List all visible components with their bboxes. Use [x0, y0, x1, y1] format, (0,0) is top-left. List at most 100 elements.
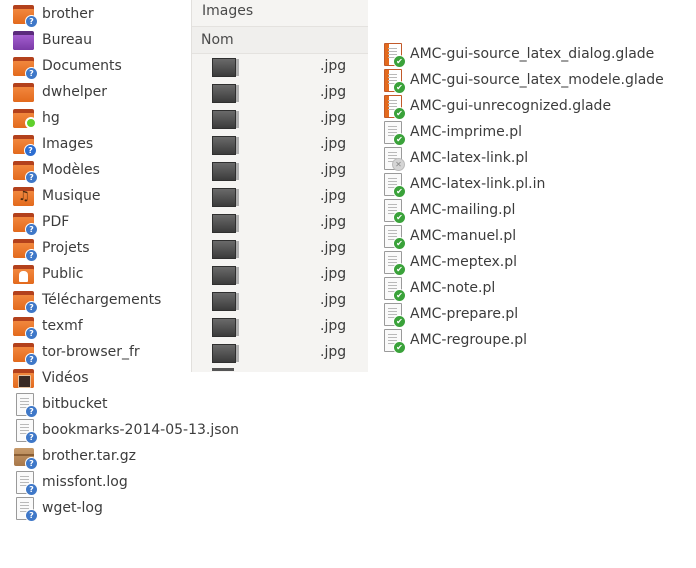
- image-thumbnail: [212, 84, 239, 103]
- list-item-brother-tar[interactable]: ? brother.tar.gz: [12, 443, 136, 470]
- templates-folder-icon: ?: [12, 158, 38, 184]
- desktop-folder-icon: [12, 28, 36, 52]
- list-item-pdf[interactable]: ? PDF: [12, 209, 70, 236]
- file-extension: .jpg: [320, 58, 347, 74]
- item-label: Modèles: [42, 162, 100, 178]
- music-folder-icon: ♫: [12, 184, 36, 208]
- image-row[interactable]: .jpg: [192, 53, 368, 79]
- folder-question-icon: ?: [12, 340, 38, 366]
- folder-question-icon: ?: [12, 54, 38, 80]
- item-label: Bureau: [42, 32, 92, 48]
- folder-icon: [12, 80, 36, 104]
- image-thumbnail: [212, 110, 239, 129]
- image-row[interactable]: .jpg: [192, 209, 368, 235]
- image-row[interactable]: .jpg: [192, 235, 368, 261]
- script-file-ok-icon: ✔: [380, 172, 406, 198]
- image-row[interactable]: .jpg: [192, 79, 368, 105]
- image-row[interactable]: .jpg: [192, 131, 368, 157]
- list-item-gui-source-latex-dialog[interactable]: ✔ AMC-gui-source_latex_dialog.glade: [380, 41, 655, 68]
- file-extension: .jpg: [320, 188, 347, 204]
- list-item-hg[interactable]: hg: [12, 105, 60, 131]
- list-item-public[interactable]: Public: [12, 261, 83, 287]
- item-label: AMC-gui-source_latex_dialog.glade: [410, 46, 655, 62]
- script-file-ok-icon: ✔: [380, 328, 406, 354]
- list-item-bitbucket[interactable]: ? bitbucket: [12, 391, 108, 418]
- file-extension: .jpg: [320, 240, 347, 256]
- folder-synced-icon: [12, 106, 37, 130]
- list-item-videos[interactable]: Vidéos: [12, 365, 89, 391]
- list-item-wget-log[interactable]: ? wget-log: [12, 495, 103, 522]
- image-thumbnail: [212, 318, 239, 337]
- item-label: hg: [42, 110, 60, 126]
- item-label: Musique: [42, 188, 101, 204]
- list-item-meptex[interactable]: ✔ AMC-meptex.pl: [380, 249, 517, 276]
- file-extension: .jpg: [320, 266, 347, 282]
- item-label: AMC-meptex.pl: [410, 254, 517, 270]
- glade-file-ok-icon: ✔: [380, 94, 406, 120]
- image-thumbnail: [212, 136, 239, 155]
- list-item-dwhelper[interactable]: dwhelper: [12, 79, 107, 105]
- list-item-bookmarks[interactable]: ? bookmarks-2014-05-13.json: [12, 417, 239, 444]
- image-thumbnail: [212, 292, 239, 311]
- downloads-folder-icon: ?: [12, 288, 38, 314]
- file-extension: .jpg: [320, 214, 347, 230]
- item-label: PDF: [42, 214, 70, 230]
- image-thumbnail: [212, 188, 239, 207]
- public-folder-icon: [12, 262, 36, 286]
- file-question-icon: ?: [12, 470, 38, 496]
- item-label: missfont.log: [42, 474, 128, 490]
- item-label: AMC-note.pl: [410, 280, 496, 296]
- list-item-gui-unrecognized[interactable]: ✔ AMC-gui-unrecognized.glade: [380, 93, 612, 120]
- folder-question-icon: ?: [12, 314, 38, 340]
- image-row[interactable]: .jpg: [192, 105, 368, 131]
- image-row[interactable]: .jpg: [192, 313, 368, 339]
- list-item-texmf[interactable]: ? texmf: [12, 313, 83, 340]
- list-item-brother[interactable]: ? brother: [12, 1, 94, 28]
- item-label: AMC-gui-source_latex_modele.glade: [410, 72, 664, 88]
- list-item-note[interactable]: ✔ AMC-note.pl: [380, 275, 496, 302]
- image-row[interactable]: .jpg: [192, 339, 368, 365]
- item-label: AMC-latex-link.pl.in: [410, 176, 546, 192]
- item-label: AMC-prepare.pl: [410, 306, 519, 322]
- list-item-mailing[interactable]: ✔ AMC-mailing.pl: [380, 197, 515, 224]
- list-item-prepare[interactable]: ✔ AMC-prepare.pl: [380, 301, 519, 328]
- item-label: AMC-gui-unrecognized.glade: [410, 98, 612, 114]
- item-label: AMC-imprime.pl: [410, 124, 523, 140]
- glade-file-ok-icon: ✔: [380, 68, 406, 94]
- list-item-missfont[interactable]: ? missfont.log: [12, 469, 128, 496]
- list-item-tor-browser[interactable]: ? tor-browser_fr: [12, 339, 140, 366]
- item-label: bookmarks-2014-05-13.json: [42, 422, 239, 438]
- item-label: Téléchargements: [42, 292, 162, 308]
- item-label: brother: [42, 6, 94, 22]
- item-label: AMC-manuel.pl: [410, 228, 517, 244]
- column-header-name[interactable]: Nom: [192, 26, 368, 54]
- list-item-gui-source-latex-modele[interactable]: ✔ AMC-gui-source_latex_modele.glade: [380, 67, 664, 94]
- list-item-imprime[interactable]: ✔ AMC-imprime.pl: [380, 119, 523, 146]
- image-thumbnail: [212, 58, 239, 77]
- file-extension: .jpg: [320, 292, 347, 308]
- image-row[interactable]: .jpg: [192, 261, 368, 287]
- image-thumbnail: [212, 214, 239, 233]
- script-file-ok-icon: ✔: [380, 120, 406, 146]
- list-item-projets[interactable]: ? Projets: [12, 235, 90, 262]
- image-row[interactable]: .jpg: [192, 287, 368, 313]
- list-item-bureau[interactable]: Bureau: [12, 27, 92, 53]
- list-item-latex-link[interactable]: ✕ AMC-latex-link.pl: [380, 145, 528, 171]
- list-item-documents[interactable]: ? Documents: [12, 53, 122, 80]
- list-item-latex-link-in[interactable]: ✔ AMC-latex-link.pl.in: [380, 171, 546, 198]
- item-label: dwhelper: [42, 84, 107, 100]
- item-label: Public: [42, 266, 84, 282]
- item-label: bitbucket: [42, 396, 108, 412]
- list-item-musique[interactable]: ♫ Musique: [12, 183, 101, 209]
- list-item-telechargements[interactable]: ? Téléchargements: [12, 287, 162, 314]
- list-item-images[interactable]: ? Images: [12, 131, 93, 157]
- file-extension: .jpg: [320, 110, 347, 126]
- list-item-manuel[interactable]: ✔ AMC-manuel.pl: [380, 223, 517, 250]
- item-label: Vidéos: [42, 370, 89, 386]
- item-label: AMC-latex-link.pl: [410, 150, 529, 166]
- list-item-regroupe[interactable]: ✔ AMC-regroupe.pl: [380, 327, 527, 354]
- list-item-modeles[interactable]: ? Modèles: [12, 157, 100, 184]
- script-file-ok-icon: ✔: [380, 302, 406, 328]
- image-row[interactable]: .jpg: [192, 183, 368, 209]
- image-row[interactable]: .jpg: [192, 157, 368, 183]
